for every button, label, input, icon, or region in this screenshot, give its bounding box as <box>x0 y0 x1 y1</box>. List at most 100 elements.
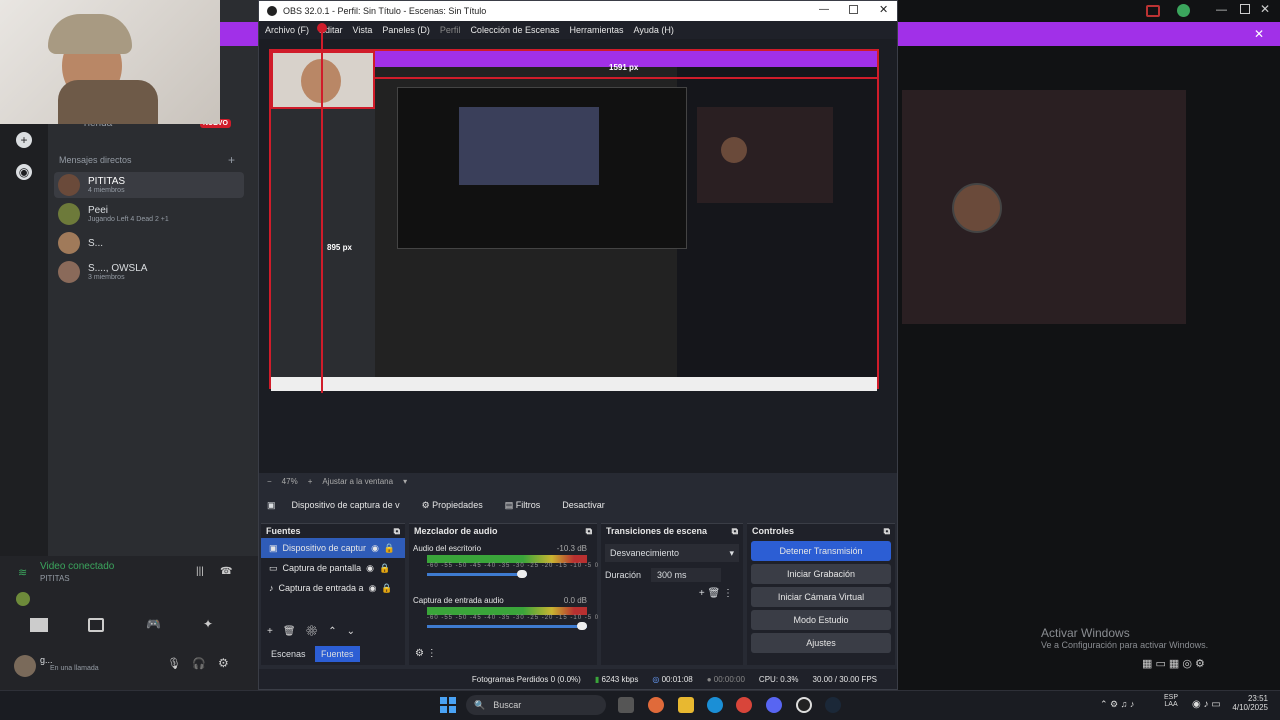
screen-share-icon[interactable] <box>88 618 104 632</box>
start-virtual-camera-button[interactable]: Iniciar Cámara Virtual <box>751 587 891 607</box>
close-banner-icon[interactable]: ✕ <box>1254 27 1264 41</box>
rotation-handle[interactable] <box>317 23 327 33</box>
add-server-icon[interactable]: + <box>16 132 32 148</box>
avatar <box>58 232 80 254</box>
source-item[interactable]: ▭ Captura de pantalla ◉ 🔒 <box>261 558 405 578</box>
dm-item-owsla[interactable]: S...., OWSLA 3 miembros <box>54 259 244 285</box>
studio-mode-button[interactable]: Modo Estudio <box>751 610 891 630</box>
settings-gear-icon[interactable]: ⚙ <box>218 656 229 670</box>
inbox-icon[interactable] <box>1146 5 1160 17</box>
cpu-usage: CPU: 0.3% <box>758 674 799 684</box>
lock-icon[interactable]: 🔒 <box>381 583 392 594</box>
explore-icon[interactable]: ◉ <box>16 164 32 180</box>
file-explorer-icon[interactable] <box>678 697 694 713</box>
dock-float-icon[interactable]: ⧉ <box>394 526 400 537</box>
selected-source-name: Dispositivo de captura de v <box>291 500 400 510</box>
maximize-icon[interactable] <box>1240 4 1250 14</box>
zoom-value: 47% <box>281 476 298 486</box>
search-placeholder: Buscar <box>493 700 522 710</box>
obs-maximize-icon[interactable] <box>849 5 858 14</box>
chevron-down-icon[interactable]: ▾ <box>403 477 407 486</box>
dm-item-peei[interactable]: Peei Jugando Left 4 Dead 2 +1 <box>54 201 244 227</box>
camera-off-icon[interactable] <box>30 618 48 632</box>
help-icon[interactable] <box>1177 4 1190 17</box>
obs-icon[interactable] <box>796 697 812 713</box>
discord-icon[interactable] <box>766 697 782 713</box>
obs-menubar: Archivo (F) Editar Vista Paneles (D) Per… <box>259 21 897 39</box>
participant-avatar[interactable] <box>952 183 1002 233</box>
source-item[interactable]: ♪ Captura de entrada a ◉ 🔒 <box>261 578 405 598</box>
tab-scenes[interactable]: Escenas <box>265 646 312 662</box>
filters-button[interactable]: ▤ Filtros <box>499 497 547 514</box>
steam-icon[interactable] <box>825 697 841 713</box>
taskbar-search[interactable]: 🔍 Buscar <box>466 695 606 715</box>
properties-button[interactable]: ⚙ Propiedades <box>416 497 489 514</box>
tray-icons[interactable]: ⌃ ⚙ ♫ ♪ <box>1100 699 1134 710</box>
call-toolbar-icons[interactable]: ▦ ▭ ▦ ◎ ⚙ <box>1142 657 1205 670</box>
headphones-icon[interactable]: 🎧 <box>192 657 206 670</box>
copilot-icon[interactable] <box>648 697 664 713</box>
dock-float-icon[interactable]: ⧉ <box>586 526 592 537</box>
activity-launcher-icon[interactable]: 🎮 <box>146 617 161 631</box>
edge-icon[interactable] <box>707 697 723 713</box>
dm-item-s[interactable]: S... <box>54 230 244 256</box>
stop-stream-button[interactable]: Detener Transmisión <box>751 541 891 561</box>
new-dm-icon[interactable]: + <box>228 153 235 167</box>
noise-icon[interactable]: ||| <box>196 566 204 577</box>
zoom-in-icon[interactable]: + <box>308 477 313 486</box>
deactivate-button[interactable]: Desactivar <box>556 497 611 513</box>
activity-icon[interactable] <box>16 592 30 606</box>
dm-item-pititas[interactable]: PITITAS 4 miembros <box>54 172 244 198</box>
voice-channel[interactable]: PITITAS <box>40 574 70 583</box>
task-view-icon[interactable] <box>618 697 634 713</box>
zoom-fit-select[interactable]: Ajustar a la ventana <box>322 477 393 486</box>
menu-profile[interactable]: Perfil <box>440 25 461 35</box>
minimize-icon[interactable]: — <box>1216 4 1227 16</box>
eye-icon[interactable]: ◉ <box>366 563 374 574</box>
menu-tools[interactable]: Herramientas <box>570 25 624 35</box>
start-recording-button[interactable]: Iniciar Grabación <box>751 564 891 584</box>
menu-help[interactable]: Ayuda (H) <box>634 25 674 35</box>
eye-icon[interactable]: ◉ <box>371 543 379 554</box>
obs-minimize-icon[interactable]: — <box>819 4 829 15</box>
call-video-tile[interactable] <box>902 90 1186 324</box>
source-item[interactable]: ▣ Dispositivo de captur ◉ 🔒 <box>261 538 405 558</box>
user-avatar[interactable] <box>14 655 36 677</box>
start-icon[interactable] <box>440 697 456 713</box>
eye-icon[interactable]: ◉ <box>369 583 377 594</box>
mic-icon[interactable]: 🎙 <box>167 657 181 670</box>
obs-preview-canvas[interactable]: 1591 px 895 px <box>269 23 879 393</box>
nested-taskbar <box>271 377 877 391</box>
activation-title: Activar Windows <box>1041 626 1130 640</box>
lock-icon[interactable]: 🔒 <box>379 563 390 574</box>
dock-float-icon[interactable]: ⧉ <box>884 526 890 537</box>
zoom-out-icon[interactable]: − <box>267 477 272 486</box>
clock[interactable]: 23:51 4/10/2025 <box>1226 694 1268 712</box>
dock-float-icon[interactable]: ⧉ <box>732 526 738 537</box>
transition-select[interactable]: Desvanecimiento ▾ <box>605 544 739 562</box>
language-indicator[interactable]: ESP LAA <box>1164 694 1178 708</box>
channel-name: Captura de entrada audio <box>413 596 504 605</box>
menu-file[interactable]: Archivo (F) <box>265 25 309 35</box>
obs-close-icon[interactable]: ✕ <box>879 3 888 16</box>
volume-slider[interactable] <box>427 622 587 630</box>
guide-vertical <box>321 31 323 393</box>
tab-sources[interactable]: Fuentes <box>315 646 360 662</box>
disconnect-icon[interactable]: ☎ <box>220 566 232 577</box>
sources-actions[interactable]: +🗑⚙⌃⌄ <box>267 626 365 637</box>
chrome-icon[interactable] <box>736 697 752 713</box>
menu-view[interactable]: Vista <box>353 25 373 35</box>
menu-scene-collection[interactable]: Colección de Escenas <box>470 25 559 35</box>
region-code: LAA <box>1164 701 1178 708</box>
close-window-icon[interactable]: ✕ <box>1260 2 1270 16</box>
controls-dock: Controles ⧉ Detener Transmisión Iniciar G… <box>747 523 895 665</box>
transition-actions[interactable]: + 🗑 ⋮ <box>601 588 743 599</box>
duration-input[interactable]: 300 ms <box>651 568 722 582</box>
mixer-actions[interactable]: ⚙ ⋮ <box>415 648 437 659</box>
volume-slider[interactable] <box>427 570 527 578</box>
settings-button[interactable]: Ajustes <box>751 633 891 653</box>
lock-icon[interactable]: 🔒 <box>384 543 395 554</box>
menu-docks[interactable]: Paneles (D) <box>382 25 430 35</box>
network-icon[interactable]: ◉ ♪ ▭ <box>1192 699 1221 710</box>
soundboard-icon[interactable]: ✦ <box>203 617 213 631</box>
